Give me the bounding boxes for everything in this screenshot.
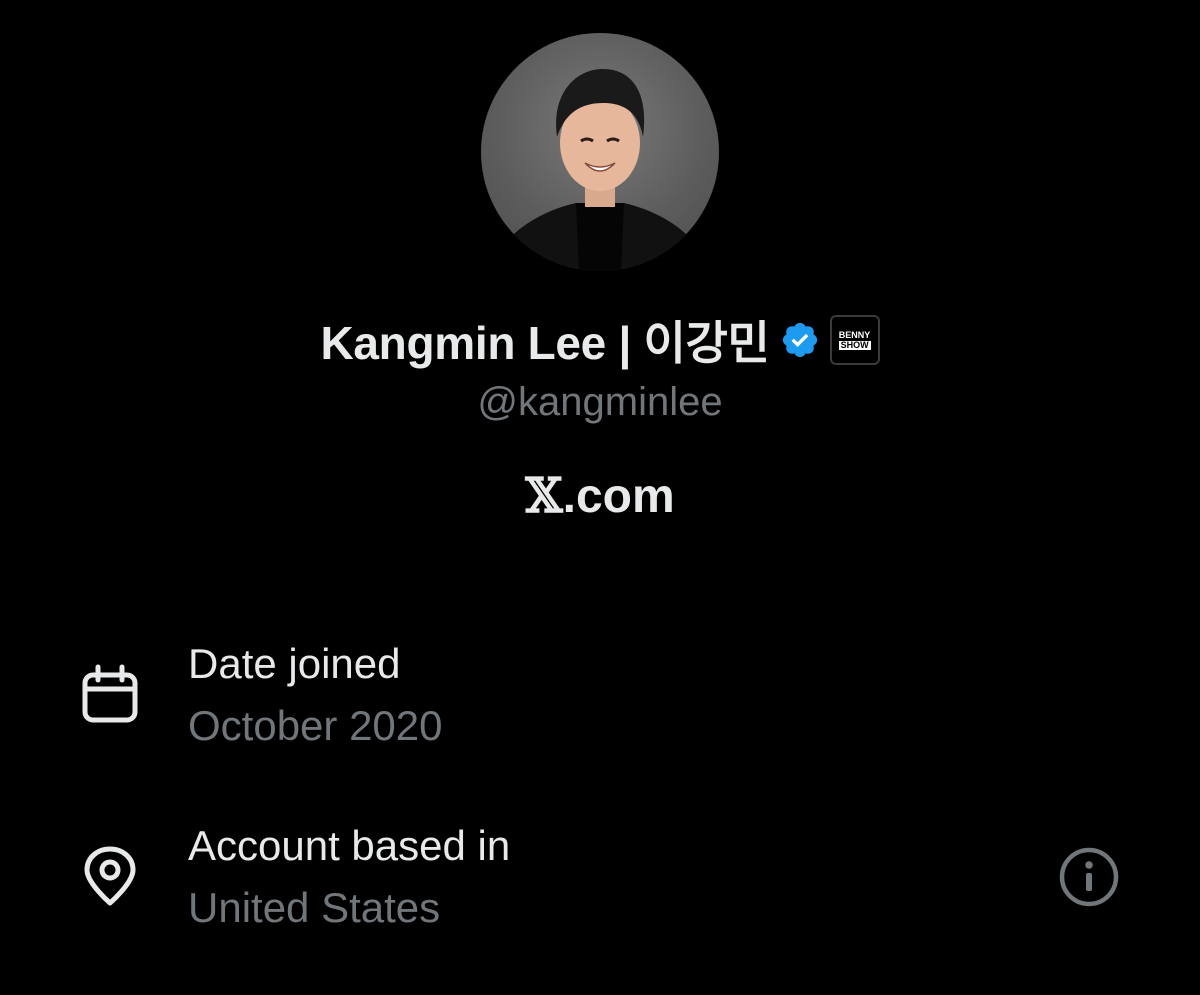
affiliate-badge-line2: SHOW (838, 339, 871, 350)
info-icon[interactable] (1057, 845, 1121, 909)
calendar-icon (78, 662, 142, 726)
affiliate-badge[interactable]: BENNY SHOW (829, 315, 880, 365)
avatar-portrait (491, 69, 709, 271)
date-joined-title: Date joined (188, 640, 401, 687)
account-location-title: Account based in (188, 822, 511, 869)
x-com-link[interactable]: 𝕏.com (0, 468, 1200, 524)
location-pin-icon (78, 845, 142, 909)
x-com-domain: .com (562, 470, 675, 523)
verified-checkmark-icon[interactable] (780, 320, 820, 360)
profile-avatar[interactable] (481, 33, 719, 271)
profile-name-row: Kangmin Lee | 이강민 BENNY SHOW (0, 308, 1200, 372)
date-joined-row: Date joined October 2020 (0, 636, 1200, 776)
account-location-row: Account based in United States (0, 818, 1200, 958)
x-logo-glyph: 𝕏 (525, 468, 563, 524)
affiliate-badge-line1: BENNY (838, 329, 871, 340)
account-location-value: United States (188, 884, 441, 931)
date-joined-value: October 2020 (188, 702, 443, 749)
display-name: Kangmin Lee | 이강민 (320, 317, 770, 369)
profile-handle: @kangminlee (477, 380, 723, 424)
